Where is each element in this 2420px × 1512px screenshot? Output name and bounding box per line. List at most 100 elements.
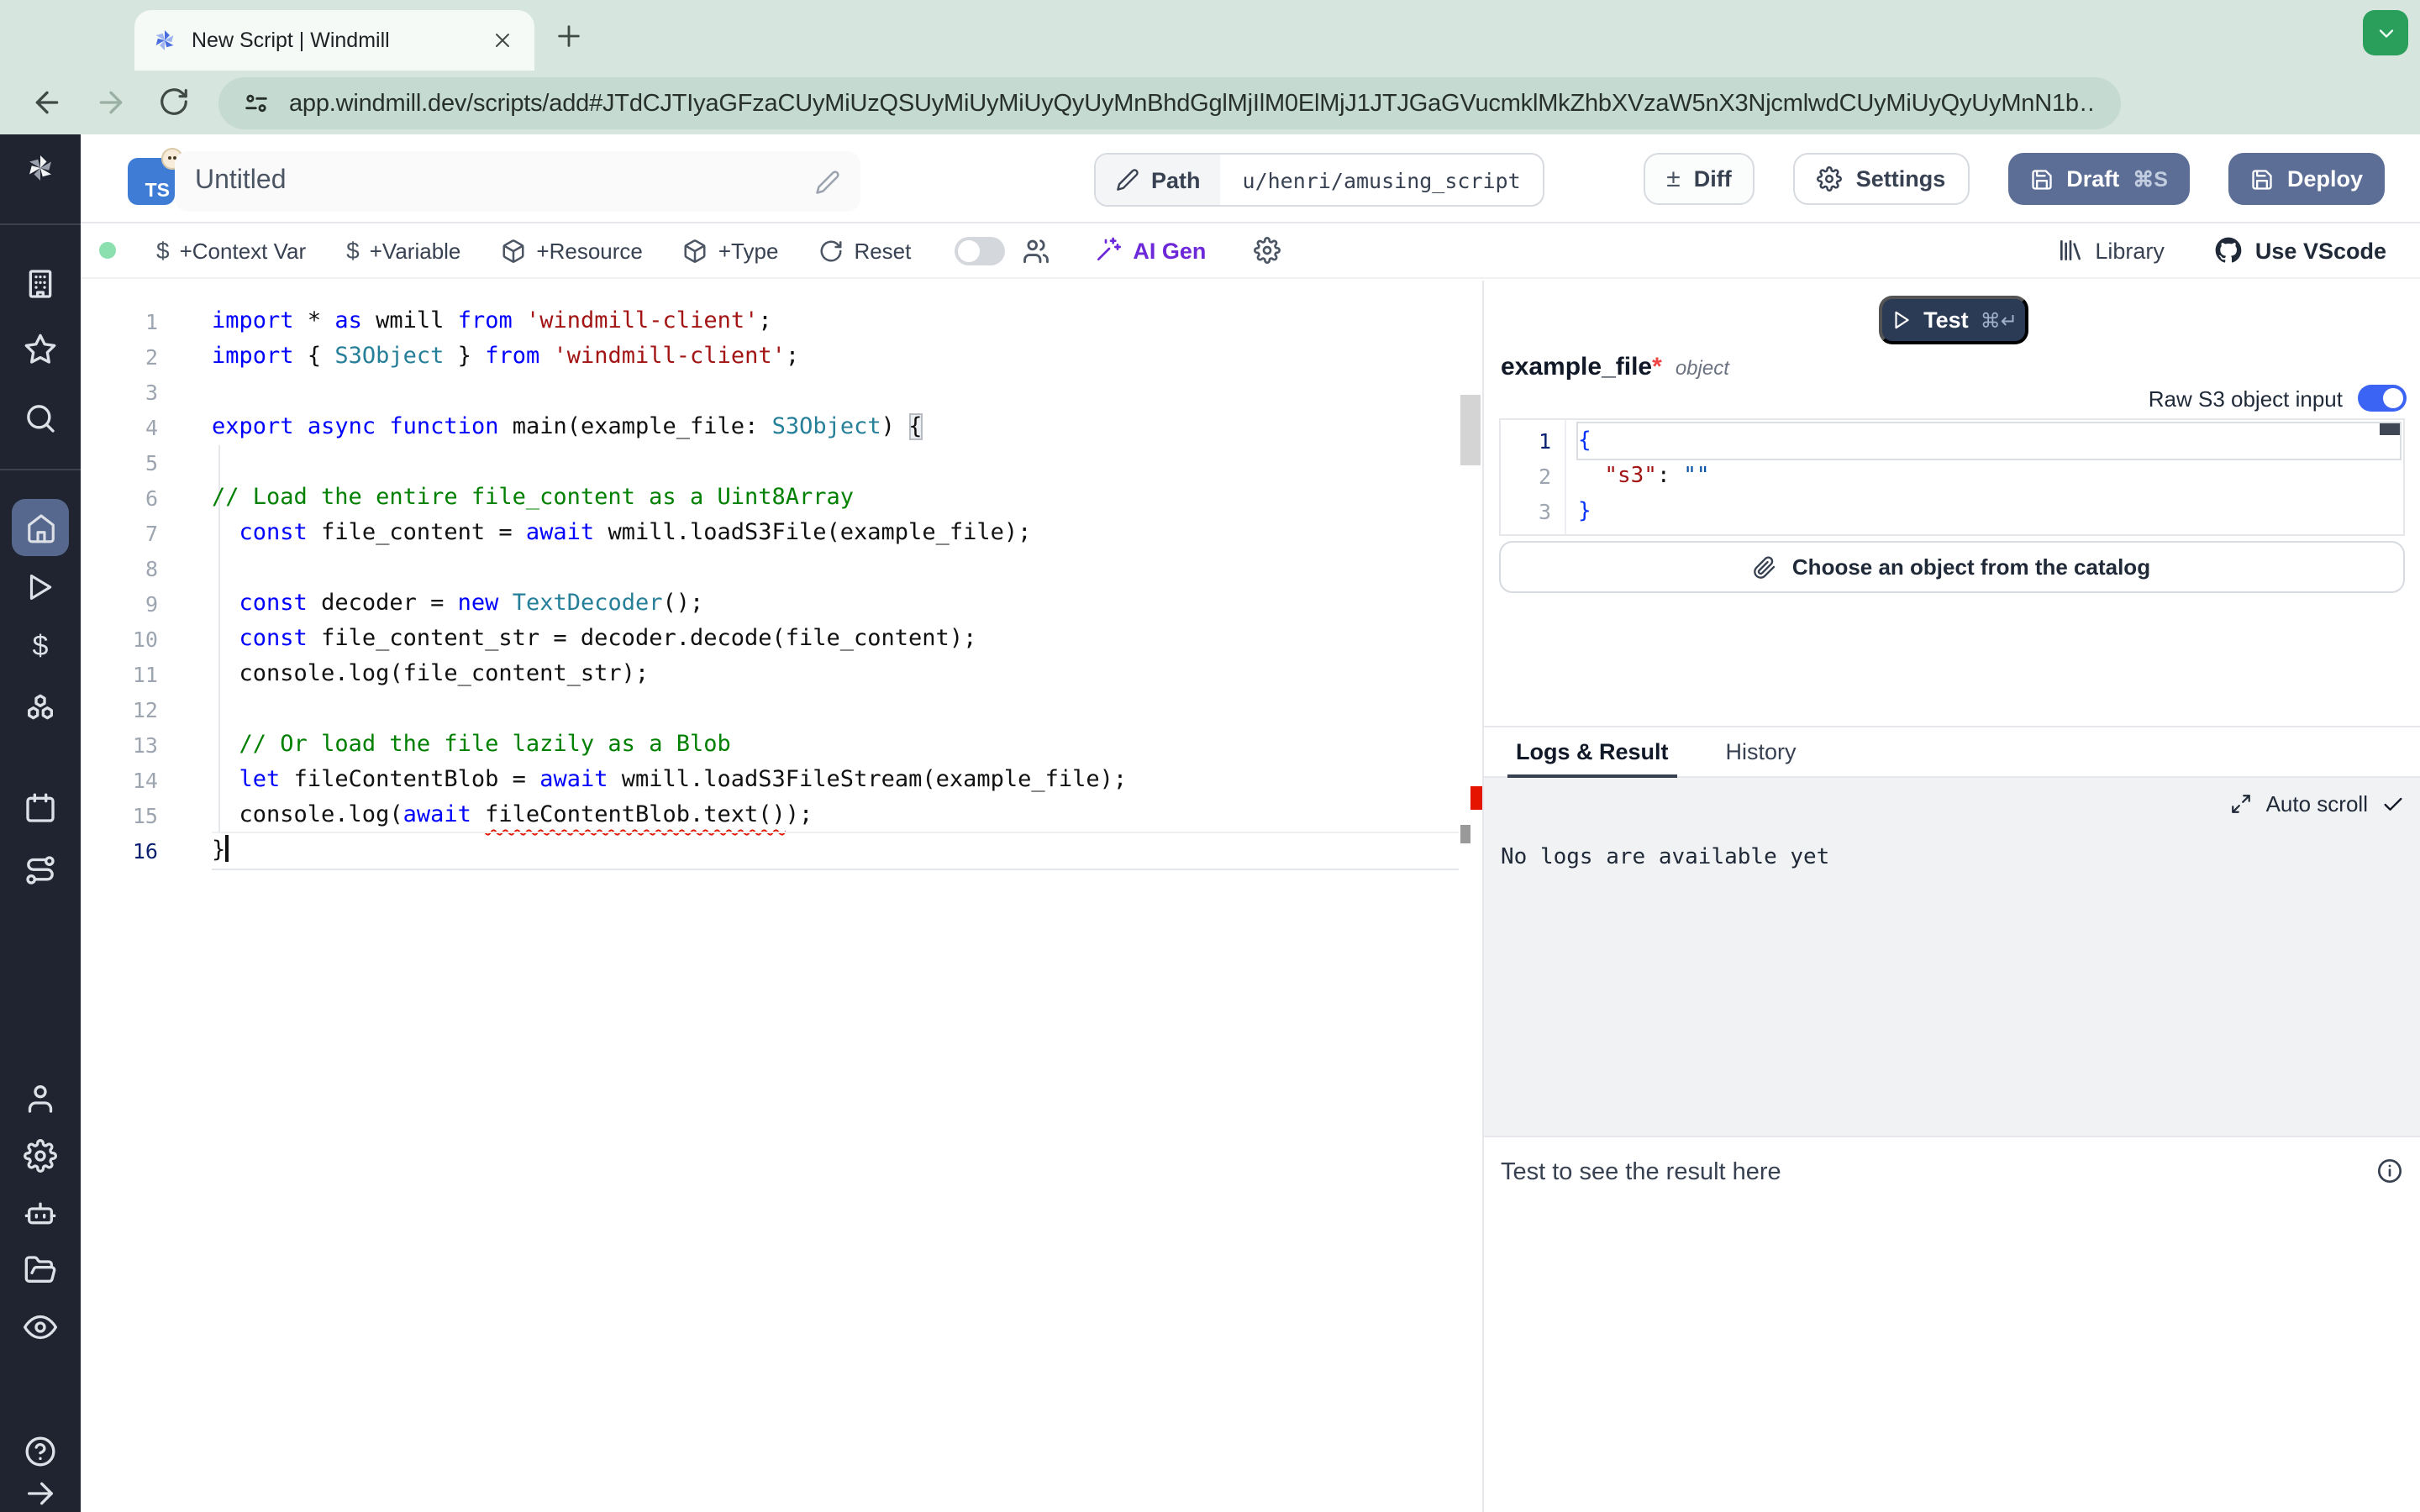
- windmill-logo[interactable]: [24, 151, 57, 185]
- editor-settings-gear-icon[interactable]: [1253, 237, 1280, 264]
- deploy-button[interactable]: Deploy: [2228, 153, 2385, 205]
- url-text[interactable]: app.windmill.dev/scripts/add#JTdCJTIyaGF…: [289, 90, 2097, 117]
- code-line-1[interactable]: 1import * as wmill from 'windmill-client…: [81, 304, 1459, 339]
- code-line-6[interactable]: 6// Load the entire file_content as a Ui…: [81, 480, 1459, 516]
- code-line-7[interactable]: 7 const file_content = await wmill.loadS…: [81, 516, 1459, 551]
- line-content[interactable]: [212, 445, 1459, 480]
- use-vscode-button[interactable]: Use VScode: [2215, 237, 2386, 264]
- line-content[interactable]: }: [1578, 494, 2400, 529]
- code-line-14[interactable]: 14 let fileContentBlob = await wmill.loa…: [81, 763, 1459, 798]
- line-content[interactable]: // Load the entire file_content as a Uin…: [212, 480, 1459, 516]
- settings-button[interactable]: Settings: [1794, 153, 1970, 205]
- raw-s3-toggle[interactable]: [2358, 385, 2407, 412]
- edit-name-pencil-icon[interactable]: [815, 169, 840, 194]
- line-content[interactable]: console.log(await fileContentBlob.text()…: [212, 798, 1459, 833]
- users-icon[interactable]: [1022, 236, 1050, 265]
- script-name-value[interactable]: Untitled: [195, 166, 815, 197]
- code-line-3[interactable]: 3: [81, 375, 1459, 410]
- reload-icon[interactable]: [158, 86, 192, 119]
- path-value[interactable]: u/henri/amusing_script: [1221, 155, 1543, 205]
- code-line-11[interactable]: 11 console.log(file_content_str);: [81, 657, 1459, 692]
- browser-tab[interactable]: New Script | Windmill: [134, 10, 534, 71]
- search-icon[interactable]: [24, 402, 57, 435]
- code-line-4[interactable]: 4export async function main(example_file…: [81, 410, 1459, 445]
- scrollbar-thumb[interactable]: [1460, 395, 1481, 465]
- site-settings-icon[interactable]: [242, 89, 271, 118]
- add-context-var-button[interactable]: $ +Context Var: [156, 237, 306, 264]
- line-content[interactable]: let fileContentBlob = await wmill.loadS3…: [212, 763, 1459, 798]
- back-icon[interactable]: [30, 86, 64, 119]
- sidebar-item-folders[interactable]: [24, 1253, 57, 1287]
- add-type-button[interactable]: +Type: [683, 238, 779, 263]
- code-line-8[interactable]: 8: [81, 551, 1459, 586]
- test-button[interactable]: Test ⌘↵: [1879, 296, 2028, 344]
- library-button[interactable]: Library: [2056, 237, 2165, 264]
- json-lines[interactable]: 1{2 "s3": ""3}: [1501, 423, 2400, 529]
- sidebar-item-flows[interactable]: [24, 853, 57, 887]
- code-line-3[interactable]: 3}: [1501, 494, 2400, 529]
- line-content[interactable]: [212, 692, 1459, 727]
- code-line-15[interactable]: 15 console.log(await fileContentBlob.tex…: [81, 798, 1459, 833]
- add-resource-button[interactable]: +Resource: [501, 238, 642, 263]
- code-line-1[interactable]: 1{: [1501, 423, 2400, 459]
- diff-mode-toggle[interactable]: [955, 236, 1005, 265]
- code-editor[interactable]: 1import * as wmill from 'windmill-client…: [81, 281, 1482, 1512]
- diff-button[interactable]: ± Diff: [1643, 153, 1754, 205]
- auto-scroll-control[interactable]: Auto scroll: [2231, 791, 2405, 816]
- forward-icon[interactable]: [94, 86, 128, 119]
- code-line-2[interactable]: 2import { S3Object } from 'windmill-clie…: [81, 339, 1459, 375]
- code-line-13[interactable]: 13 // Or load the file lazily as a Blob: [81, 727, 1459, 763]
- line-content[interactable]: "s3": "": [1578, 459, 2400, 494]
- line-content[interactable]: console.log(file_content_str);: [212, 657, 1459, 692]
- sidebar-item-runs[interactable]: [24, 571, 57, 605]
- line-content[interactable]: }: [212, 833, 1459, 869]
- code-line-5[interactable]: 5: [81, 445, 1459, 480]
- code-line-10[interactable]: 10 const file_content_str = decoder.deco…: [81, 622, 1459, 657]
- ai-gen-button[interactable]: AI Gen: [1094, 237, 1206, 264]
- choose-object-button[interactable]: Choose an object from the catalog: [1499, 541, 2405, 593]
- sidebar-item-workers[interactable]: [24, 1196, 57, 1230]
- tab-search-button[interactable]: [2363, 10, 2408, 55]
- info-icon[interactable]: [2376, 1158, 2403, 1184]
- script-name-input[interactable]: Untitled: [175, 151, 860, 212]
- line-content[interactable]: export async function main(example_file:…: [212, 410, 1459, 445]
- code-line-9[interactable]: 9 const decoder = new TextDecoder();: [81, 586, 1459, 622]
- tab-close-icon[interactable]: [487, 25, 518, 55]
- add-variable-button[interactable]: $ +Variable: [346, 237, 460, 264]
- line-content[interactable]: const decoder = new TextDecoder();: [212, 586, 1459, 622]
- path-widget[interactable]: Path u/henri/amusing_script: [1094, 153, 1544, 207]
- line-content[interactable]: [212, 375, 1459, 410]
- code-lines[interactable]: 1import * as wmill from 'windmill-client…: [81, 304, 1459, 869]
- sidebar-item-audit[interactable]: [24, 1310, 57, 1344]
- draft-button[interactable]: Draft ⌘S: [2007, 153, 2190, 205]
- line-content[interactable]: {: [1578, 423, 2400, 459]
- path-label-section[interactable]: Path: [1096, 155, 1221, 205]
- sidebar-item-account[interactable]: [24, 1082, 57, 1116]
- sidebar-item-schedules[interactable]: [24, 791, 57, 825]
- expand-sidebar-icon[interactable]: [24, 1477, 57, 1510]
- json-scrollbar-thumb[interactable]: [2380, 423, 2400, 435]
- code-line-16[interactable]: 16}: [81, 833, 1459, 869]
- workspace-building-icon[interactable]: [24, 267, 57, 301]
- line-content[interactable]: const file_content = await wmill.loadS3F…: [212, 516, 1459, 551]
- new-tab-button[interactable]: [555, 22, 583, 50]
- sidebar-item-variables[interactable]: $: [24, 630, 57, 664]
- line-content[interactable]: [212, 551, 1459, 586]
- tab-history[interactable]: History: [1724, 726, 1798, 778]
- line-content[interactable]: import { S3Object } from 'windmill-clien…: [212, 339, 1459, 375]
- editor-scrollbar[interactable]: [1459, 281, 1482, 1512]
- sidebar-item-resources[interactable]: [24, 692, 57, 726]
- line-content[interactable]: // Or load the file lazily as a Blob: [212, 727, 1459, 763]
- url-bar[interactable]: app.windmill.dev/scripts/add#JTdCJTIyaGF…: [218, 77, 2121, 129]
- help-icon[interactable]: [24, 1435, 57, 1468]
- line-content[interactable]: const file_content_str = decoder.decode(…: [212, 622, 1459, 657]
- sidebar-item-home[interactable]: [12, 499, 69, 556]
- s3-json-editor[interactable]: 1{2 "s3": ""3}: [1499, 418, 2405, 536]
- code-line-12[interactable]: 12: [81, 692, 1459, 727]
- reset-button[interactable]: Reset: [818, 238, 911, 263]
- sidebar-item-settings[interactable]: [24, 1139, 57, 1173]
- tab-logs-result[interactable]: Logs & Result: [1514, 726, 1670, 778]
- favorites-star-icon[interactable]: [24, 333, 57, 366]
- code-line-2[interactable]: 2 "s3": "": [1501, 459, 2400, 494]
- line-content[interactable]: import * as wmill from 'windmill-client'…: [212, 304, 1459, 339]
